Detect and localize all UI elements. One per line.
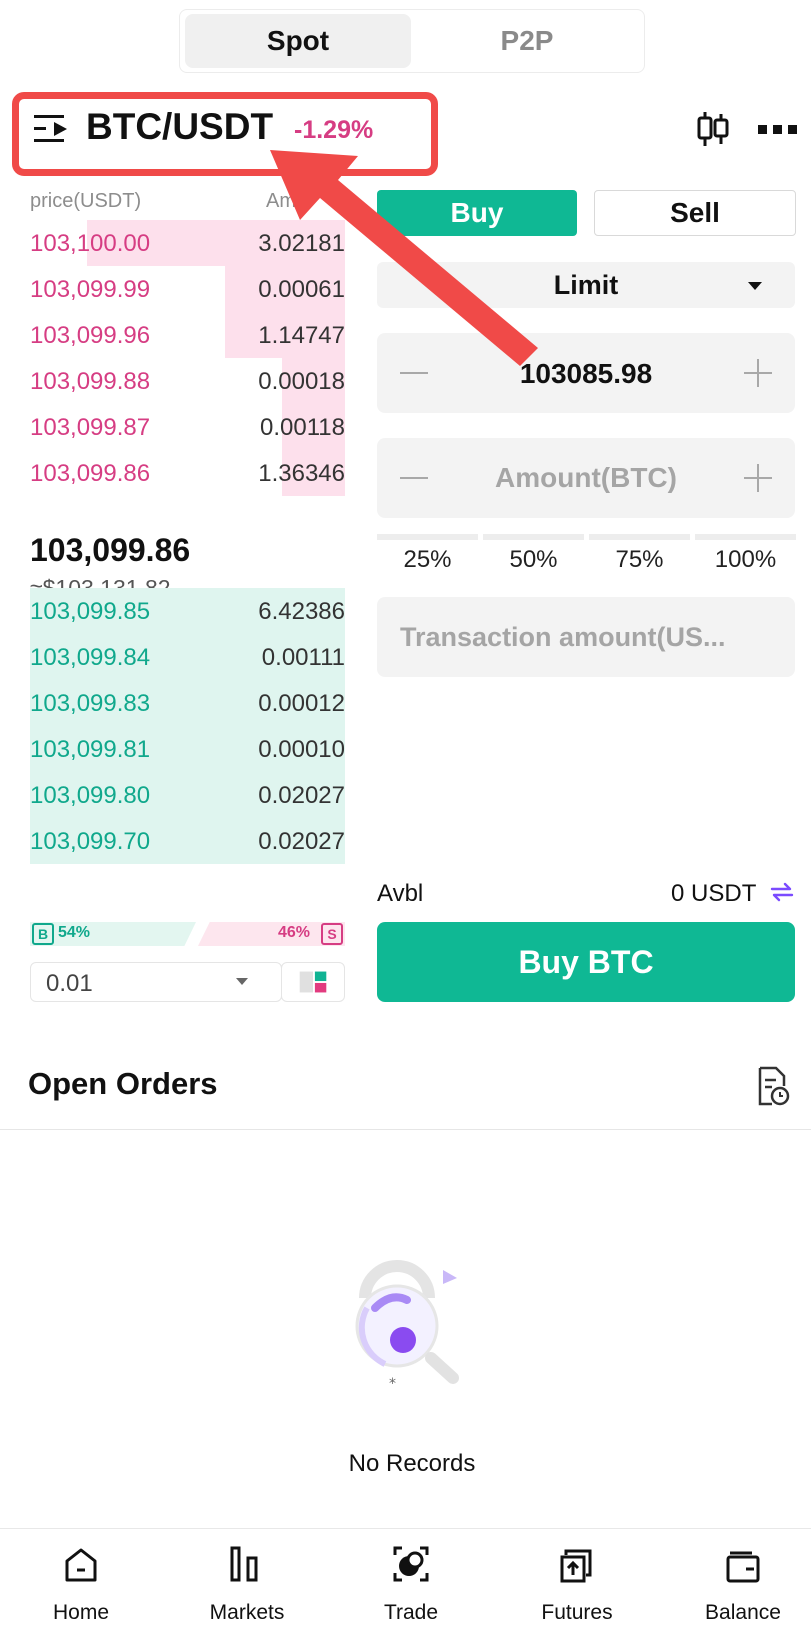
annotation-highlight-box bbox=[12, 92, 438, 176]
row-amount: 0.02027 bbox=[258, 828, 345, 855]
row-price: 103,099.87 bbox=[30, 414, 151, 441]
nav-markets[interactable]: Markets bbox=[166, 1545, 328, 1645]
sell-ratio-percent: 46% bbox=[278, 924, 311, 941]
row-price: 103,099.80 bbox=[30, 782, 151, 809]
row-amount: 0.00118 bbox=[260, 414, 345, 441]
candlestick-chart-icon[interactable] bbox=[696, 110, 730, 148]
order-history-icon[interactable] bbox=[756, 1066, 790, 1106]
nav-trade[interactable]: Trade bbox=[330, 1545, 492, 1645]
buy-btc-button[interactable]: Buy BTC bbox=[377, 922, 795, 1002]
buy-ratio-badge: B bbox=[32, 923, 54, 945]
percentage-segment[interactable] bbox=[377, 534, 478, 540]
buy-ratio-percent: 54% bbox=[58, 924, 91, 941]
order-type-label: Limit bbox=[553, 270, 619, 300]
row-price: 103,099.86 bbox=[30, 460, 151, 487]
row-amount: 0.00012 bbox=[258, 690, 345, 717]
bid-row[interactable]: 103,099.80 0.02027 bbox=[30, 772, 345, 818]
available-balance: 0 USDT bbox=[671, 880, 757, 907]
nav-balance[interactable]: Balance bbox=[662, 1545, 811, 1645]
orderbook-price-header: price(USDT) bbox=[30, 190, 142, 212]
bid-row[interactable]: 103,099.84 0.00111 bbox=[30, 634, 345, 680]
bottom-nav-divider bbox=[0, 1528, 811, 1529]
nav-label: Futures bbox=[541, 1601, 613, 1624]
row-amount: 0.00061 bbox=[258, 276, 345, 303]
chevron-down-icon bbox=[748, 282, 762, 290]
row-price: 103,099.96 bbox=[30, 322, 151, 349]
depth-precision-value: 0.01 bbox=[46, 970, 93, 997]
bid-row[interactable]: 103,099.83 0.00012 bbox=[30, 680, 345, 726]
percentage-button[interactable]: 75% bbox=[589, 546, 690, 574]
ask-row[interactable]: 103,099.99 0.00061 bbox=[30, 266, 345, 312]
percentage-button[interactable]: 50% bbox=[483, 546, 584, 574]
price-increase-icon-vertical bbox=[757, 359, 759, 387]
tab-spot[interactable]: Spot bbox=[185, 14, 411, 68]
chevron-down-icon bbox=[236, 978, 248, 985]
row-amount: 0.00111 bbox=[261, 644, 345, 671]
orderbook-amount-header: Am bbox=[266, 190, 296, 212]
row-price: 103,099.81 bbox=[30, 736, 151, 763]
nav-label: Trade bbox=[383, 1601, 439, 1624]
ask-row[interactable]: 103,099.88 0.00018 bbox=[30, 358, 345, 404]
row-price: 103,099.70 bbox=[30, 828, 151, 855]
bid-row[interactable]: 103,099.85 6.42386 bbox=[30, 588, 345, 634]
bid-row[interactable]: 103,099.70 0.02027 bbox=[30, 818, 345, 864]
row-price: 103,099.88 bbox=[30, 368, 151, 395]
row-amount: 0.02027 bbox=[258, 782, 345, 809]
row-price: 103,099.85 bbox=[30, 598, 151, 625]
row-amount: 3.02181 bbox=[258, 230, 345, 257]
transaction-amount-placeholder: Transaction amount(US... bbox=[400, 622, 726, 652]
ask-row[interactable]: 103,099.86 1.36346 bbox=[30, 450, 345, 496]
nav-futures[interactable]: Futures bbox=[496, 1545, 658, 1645]
open-orders-title: Open Orders bbox=[28, 1066, 218, 1101]
ask-row[interactable]: 103,099.96 1.14747 bbox=[30, 312, 345, 358]
markets-icon bbox=[230, 1546, 258, 1582]
more-options-icon[interactable] bbox=[758, 124, 798, 136]
tab-p2p[interactable]: P2P bbox=[414, 14, 640, 68]
percentage-segment[interactable] bbox=[589, 534, 690, 540]
row-price: 103,099.83 bbox=[30, 690, 151, 717]
buy-ratio-bar bbox=[30, 922, 196, 946]
row-amount: 0.00018 bbox=[258, 368, 345, 395]
amount-increase-icon-vertical bbox=[757, 464, 759, 492]
available-label: Avbl bbox=[377, 880, 424, 907]
section-divider bbox=[0, 1129, 811, 1130]
row-amount: 1.36346 bbox=[258, 460, 345, 487]
transfer-icon[interactable] bbox=[770, 880, 794, 904]
nav-label: Balance bbox=[705, 1601, 781, 1624]
row-amount: 6.42386 bbox=[258, 598, 345, 625]
amount-placeholder: Amount(BTC) bbox=[495, 462, 677, 493]
row-price: 103,099.84 bbox=[30, 644, 151, 671]
buy-tab[interactable]: Buy bbox=[377, 190, 577, 236]
row-price: 103,099.99 bbox=[30, 276, 151, 303]
percentage-segment[interactable] bbox=[695, 534, 796, 540]
nav-home[interactable]: Home bbox=[0, 1545, 162, 1645]
percentage-segment[interactable] bbox=[483, 534, 584, 540]
empty-orders-illustration: * bbox=[355, 1260, 459, 1388]
bid-row[interactable]: 103,099.81 0.00010 bbox=[30, 726, 345, 772]
nav-label: Markets bbox=[209, 1601, 285, 1624]
last-price: 103,099.86 bbox=[30, 532, 191, 568]
trade-icon bbox=[393, 1546, 429, 1582]
wallet-icon bbox=[726, 1551, 760, 1583]
percentage-button[interactable]: 25% bbox=[377, 546, 478, 574]
ask-row[interactable]: 103,100.00 3.02181 bbox=[30, 220, 345, 266]
sell-ratio-badge: S bbox=[321, 923, 343, 945]
row-price: 103,100.00 bbox=[30, 230, 151, 257]
orderbook-layout-icon[interactable] bbox=[281, 962, 345, 1002]
sell-tab[interactable]: Sell bbox=[594, 190, 796, 236]
row-amount: 0.00010 bbox=[258, 736, 345, 763]
ask-row[interactable]: 103,099.87 0.00118 bbox=[30, 404, 345, 450]
percentage-button[interactable]: 100% bbox=[695, 546, 796, 574]
empty-state-text: No Records bbox=[348, 1450, 476, 1477]
svg-text:*: * bbox=[389, 1376, 396, 1388]
row-amount: 1.14747 bbox=[258, 322, 345, 349]
price-input-value: 103085.98 bbox=[519, 358, 653, 389]
home-icon bbox=[65, 1548, 97, 1582]
nav-label: Home bbox=[52, 1601, 110, 1624]
futures-icon bbox=[560, 1549, 592, 1583]
